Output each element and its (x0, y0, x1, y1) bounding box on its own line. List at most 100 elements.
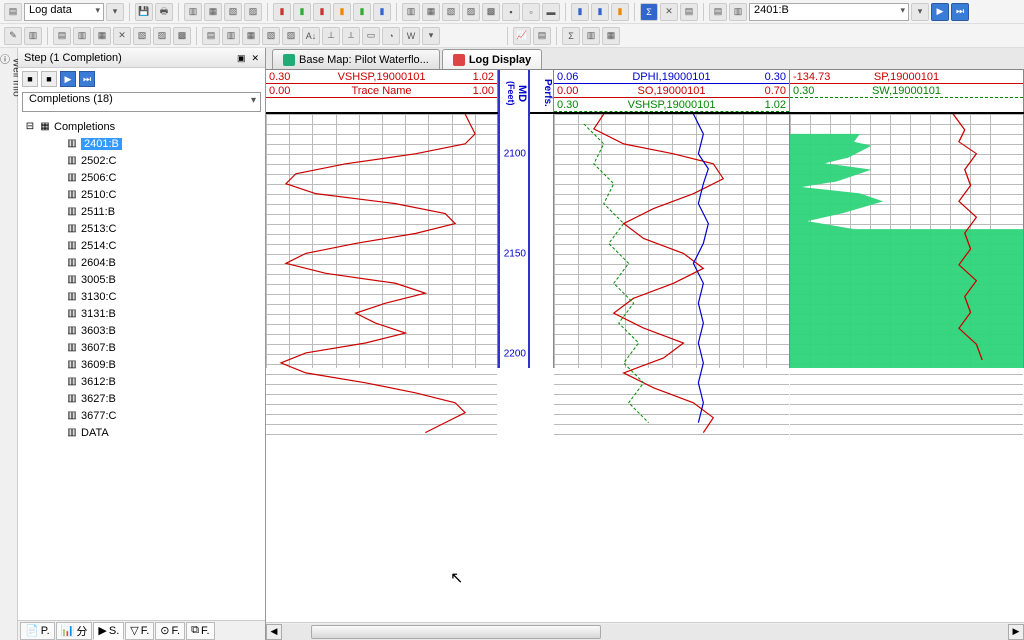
tb-icon[interactable]: ▤ (4, 3, 22, 21)
tree-item[interactable]: ▥3609:B (20, 356, 263, 373)
stop-button[interactable]: ■ (22, 71, 38, 87)
scroll-thumb[interactable] (311, 625, 601, 639)
tb-icon[interactable]: ▮ (373, 3, 391, 21)
doc-tab[interactable]: Log Display (442, 49, 542, 69)
tb-icon[interactable]: ▭ (362, 27, 380, 45)
tree-item[interactable]: ▥3603:B (20, 322, 263, 339)
tb-icon[interactable]: ▮ (313, 3, 331, 21)
scroll-left-button[interactable]: ◀ (266, 624, 282, 640)
scroll-right-button[interactable]: ▶ (1008, 624, 1024, 640)
tree-item[interactable]: ▥3005:B (20, 271, 263, 288)
tb-icon[interactable]: ▨ (153, 27, 171, 45)
tb-icon[interactable]: ▥ (729, 3, 747, 21)
tb-icon[interactable]: ▩ (482, 3, 500, 21)
tb-icon[interactable]: ▮ (611, 3, 629, 21)
sigma-icon[interactable]: Σ (562, 27, 580, 45)
tree-item[interactable]: ▥2514:C (20, 237, 263, 254)
tb-icon[interactable]: ▮ (591, 3, 609, 21)
tb-icon[interactable]: ▾ (106, 3, 124, 21)
tree-item[interactable]: ▥3677:C (20, 407, 263, 424)
track2-body[interactable] (554, 114, 790, 368)
next-icon[interactable]: ⏭ (951, 3, 969, 21)
pin-icon[interactable]: ▣ (237, 53, 246, 63)
tb-icon[interactable]: ▤ (533, 27, 551, 45)
tb-icon[interactable]: ✕ (113, 27, 131, 45)
tb-icon[interactable]: ✕ (660, 3, 678, 21)
tree-item[interactable]: ▥2604:B (20, 254, 263, 271)
tb-icon[interactable]: ⊥ (322, 27, 340, 45)
wellinfo-tab[interactable]: ⓘ Well Info (0, 48, 18, 640)
completions-combo[interactable]: Completions (18) (22, 92, 261, 112)
tree-root[interactable]: ⊟ ▦ Completions (20, 118, 263, 135)
bottom-tab[interactable]: ▽F. (125, 622, 154, 640)
bottom-tab[interactable]: ⊙F. (155, 622, 185, 640)
tb-icon[interactable]: ▦ (93, 27, 111, 45)
tree-item[interactable]: ▥2506:C (20, 169, 263, 186)
tree-item[interactable]: ▥3131:B (20, 305, 263, 322)
doc-tab[interactable]: Base Map: Pilot Waterflo... (272, 49, 440, 69)
tb-icon[interactable]: ▮ (571, 3, 589, 21)
scroll-track[interactable] (282, 624, 1008, 640)
bottom-tab[interactable]: ⧉F. (186, 622, 214, 640)
tb-icon[interactable]: ▧ (133, 27, 151, 45)
tb-icon[interactable]: ▤ (202, 27, 220, 45)
tb-icon[interactable]: ▦ (242, 27, 260, 45)
tb-icon[interactable]: ▮ (333, 3, 351, 21)
track3-body[interactable] (790, 114, 1024, 368)
tree-item[interactable]: ▥2510:C (20, 186, 263, 203)
tb-icon[interactable]: ▥ (582, 27, 600, 45)
tb-icon[interactable]: ▤ (53, 27, 71, 45)
tb-icon[interactable]: ▦ (602, 27, 620, 45)
tb-icon[interactable]: ▦ (204, 3, 222, 21)
tb-icon[interactable]: ▮ (293, 3, 311, 21)
tb-icon[interactable]: ▩ (173, 27, 191, 45)
play-button[interactable]: ▶ (60, 71, 76, 87)
tb-icon[interactable]: ▪ (502, 3, 520, 21)
bottom-tab[interactable]: 📊分 (56, 622, 93, 640)
tb-icon[interactable]: ▤ (680, 3, 698, 21)
collapse-icon[interactable]: ⊟ (24, 121, 36, 133)
tree-item[interactable]: ▥2511:B (20, 203, 263, 220)
bottom-tab[interactable]: ▶S. (93, 622, 124, 640)
combo-well[interactable]: 2401:B (749, 3, 909, 21)
sigma-icon[interactable]: Σ (640, 3, 658, 21)
next-button[interactable]: ⏭ (79, 71, 95, 87)
tb-icon[interactable]: 📈 (513, 27, 531, 45)
tb-icon[interactable]: ▾ (422, 27, 440, 45)
play-icon[interactable]: ▶ (931, 3, 949, 21)
tb-icon[interactable]: ▨ (462, 3, 480, 21)
tb-icon[interactable]: ▮ (353, 3, 371, 21)
tb-icon[interactable]: ▧ (262, 27, 280, 45)
print-icon[interactable]: 🖶 (155, 3, 173, 21)
tb-icon[interactable]: ⟂ (342, 27, 360, 45)
bottom-tab[interactable]: 📄P. (20, 622, 55, 640)
tb-icon[interactable]: ▮ (273, 3, 291, 21)
tree-item[interactable]: ▥3612:B (20, 373, 263, 390)
tb-icon[interactable]: ▤ (709, 3, 727, 21)
combo-logdata[interactable]: Log data (24, 3, 104, 21)
tree-item[interactable]: ▥3627:B (20, 390, 263, 407)
tree-item[interactable]: ▥2502:C (20, 152, 263, 169)
tb-icon[interactable]: W (402, 27, 420, 45)
tb-icon[interactable]: ▧ (442, 3, 460, 21)
tb-icon[interactable]: ✎ (4, 27, 22, 45)
stop-button[interactable]: ■ (41, 71, 57, 87)
tree-item[interactable]: ▥DATA (20, 424, 263, 441)
save-icon[interactable]: 💾 (135, 3, 153, 21)
tb-icon[interactable]: ▬ (542, 3, 560, 21)
tb-icon[interactable]: ▨ (282, 27, 300, 45)
tb-icon[interactable]: ▥ (73, 27, 91, 45)
tb-icon[interactable]: ▥ (402, 3, 420, 21)
tb-icon[interactable]: ▨ (244, 3, 262, 21)
tree-item[interactable]: ▥3130:C (20, 288, 263, 305)
tree-item[interactable]: ▥3607:B (20, 339, 263, 356)
tb-icon[interactable]: ▥ (184, 3, 202, 21)
close-icon[interactable]: ✕ (251, 53, 259, 63)
tb-icon[interactable]: ▧ (224, 3, 242, 21)
horizontal-scrollbar[interactable]: ◀ ▶ (266, 622, 1024, 640)
tb-icon[interactable]: ◔ (382, 27, 400, 45)
tree-item[interactable]: ▥2401:B (20, 135, 263, 152)
tb-icon[interactable]: ▥ (222, 27, 240, 45)
tb-icon[interactable]: ▥ (24, 27, 42, 45)
tb-icon[interactable]: A↓ (302, 27, 320, 45)
